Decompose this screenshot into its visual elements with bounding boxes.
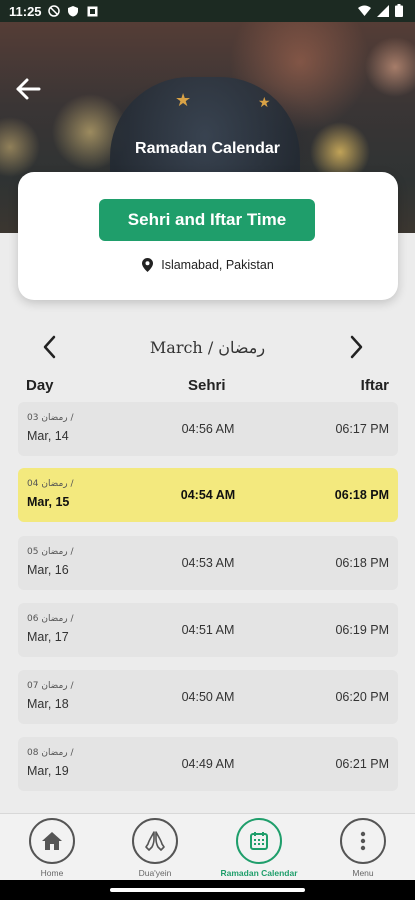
column-header-iftar: Iftar bbox=[360, 377, 389, 394]
no-disturb-icon bbox=[48, 5, 61, 18]
location-card: Sehri and Iftar Time Islamabad, Pakistan bbox=[18, 172, 398, 300]
gregorian-date: Mar, 17 bbox=[27, 630, 69, 644]
chevron-right-icon bbox=[350, 335, 363, 359]
hijri-date: 05 رمضان / bbox=[27, 547, 74, 557]
calendar-row-today[interactable]: 04 رمضان / Mar, 15 04:54 AM 06:18 PM bbox=[18, 468, 398, 522]
next-month-button[interactable] bbox=[346, 334, 368, 360]
sehri-time: 04:51 AM bbox=[181, 623, 235, 637]
sehri-time: 04:53 AM bbox=[181, 556, 235, 570]
gregorian-date: Mar, 18 bbox=[27, 697, 69, 711]
praying-hands-icon bbox=[132, 818, 178, 864]
calendar-row[interactable]: 03 رمضان / Mar, 14 04:56 AM 06:17 PM bbox=[18, 402, 398, 456]
hijri-date: 08 رمضان / bbox=[27, 748, 74, 758]
column-header-sehri: Sehri bbox=[188, 377, 226, 394]
home-gesture-pill[interactable] bbox=[110, 888, 305, 892]
nav-home-label: Home bbox=[40, 868, 64, 878]
back-arrow-icon bbox=[16, 78, 41, 100]
month-navigation: March / رمضان bbox=[0, 330, 415, 364]
nav-menu[interactable]: Menu bbox=[318, 818, 408, 878]
hijri-date: 07 رمضان / bbox=[27, 681, 74, 691]
iftar-time: 06:21 PM bbox=[335, 757, 389, 771]
hijri-month-name: رمضان bbox=[218, 338, 266, 357]
gregorian-date: Mar, 16 bbox=[27, 563, 69, 577]
sehri-time: 04:50 AM bbox=[181, 690, 235, 704]
hijri-date: 04 رمضان / bbox=[27, 479, 74, 489]
back-button[interactable] bbox=[14, 77, 44, 103]
more-vertical-icon bbox=[340, 818, 386, 864]
calendar-icon bbox=[236, 818, 282, 864]
location-pin-icon bbox=[142, 258, 154, 272]
calendar-row[interactable]: 07 رمضان / Mar, 18 04:50 AM 06:20 PM bbox=[18, 670, 398, 724]
hijri-date: 06 رمضان / bbox=[27, 614, 74, 624]
iftar-time: 06:17 PM bbox=[335, 422, 389, 436]
bottom-navigation: Home Dua'yein Ramadan Calendar Menu bbox=[0, 813, 415, 880]
nav-duayein[interactable]: Dua'yein bbox=[110, 818, 200, 878]
shield-icon bbox=[67, 5, 80, 18]
wifi-icon bbox=[358, 5, 371, 20]
nav-home[interactable]: Home bbox=[7, 818, 97, 878]
system-navigation-bar bbox=[0, 880, 415, 900]
home-icon bbox=[29, 818, 75, 864]
nav-ramadan-calendar[interactable]: Ramadan Calendar bbox=[214, 818, 304, 878]
app-notification-icon bbox=[86, 5, 99, 18]
calendar-row[interactable]: 05 رمضان / Mar, 16 04:53 AM 06:18 PM bbox=[18, 536, 398, 590]
calendar-row[interactable]: 06 رمضان / Mar, 17 04:51 AM 06:19 PM bbox=[18, 603, 398, 657]
gregorian-date: Mar, 15 bbox=[27, 495, 70, 509]
month-name: March bbox=[149, 338, 203, 357]
month-separator: / bbox=[202, 338, 219, 357]
calendar-row[interactable]: 08 رمضان / Mar, 19 04:49 AM 06:21 PM bbox=[18, 737, 398, 791]
iftar-time: 06:18 PM bbox=[335, 556, 389, 570]
sehri-time: 04:49 AM bbox=[181, 757, 235, 771]
iftar-time: 06:19 PM bbox=[335, 623, 389, 637]
battery-icon bbox=[395, 4, 403, 20]
hijri-date: 03 رمضان / bbox=[27, 413, 74, 423]
signal-icon bbox=[377, 4, 389, 20]
nav-menu-label: Menu bbox=[352, 868, 374, 878]
sehri-time: 04:54 AM bbox=[180, 488, 236, 502]
gregorian-date: Mar, 19 bbox=[27, 764, 69, 778]
location-row[interactable]: Islamabad, Pakistan bbox=[18, 258, 398, 272]
page-title: Ramadan Calendar bbox=[135, 140, 280, 157]
location-text: Islamabad, Pakistan bbox=[161, 258, 274, 272]
status-time: 11:25 bbox=[9, 3, 42, 19]
status-bar: 11:25 bbox=[0, 0, 415, 22]
sehri-time: 04:56 AM bbox=[181, 422, 235, 436]
iftar-time: 06:18 PM bbox=[334, 488, 389, 502]
iftar-time: 06:20 PM bbox=[335, 690, 389, 704]
gregorian-date: Mar, 14 bbox=[27, 429, 69, 443]
nav-ramadan-calendar-label: Ramadan Calendar bbox=[220, 868, 298, 878]
nav-duayein-label: Dua'yein bbox=[138, 868, 172, 878]
sehri-iftar-time-button[interactable]: Sehri and Iftar Time bbox=[99, 199, 315, 241]
star-icon: ★ bbox=[175, 90, 192, 110]
star-icon: ★ bbox=[258, 94, 271, 110]
column-header-day: Day bbox=[26, 377, 54, 394]
